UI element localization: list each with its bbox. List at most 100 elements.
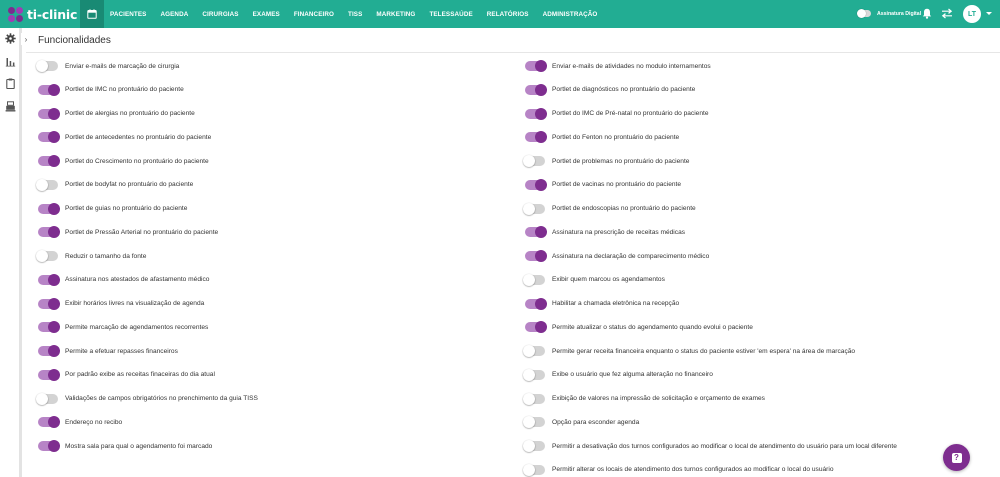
- feature-option-label: Portlet de diagnósticos no prontuário do…: [552, 86, 696, 94]
- feature-option-row: Por padrão exibe as receitas finaceiras …: [38, 368, 215, 381]
- feature-toggle[interactable]: [523, 440, 545, 452]
- feature-toggle[interactable]: [523, 368, 545, 381]
- chevron-right-icon[interactable]: ›: [21, 33, 31, 45]
- feature-toggle[interactable]: [525, 250, 547, 262]
- toggle-knob: [535, 131, 547, 144]
- feature-toggle[interactable]: [38, 321, 60, 334]
- nav-item-cirurgias[interactable]: CIRURGIAS: [202, 11, 238, 18]
- feature-toggle[interactable]: [523, 202, 545, 215]
- feature-option-row: Enviar e-mails de marcação de cirurgia: [36, 60, 179, 72]
- nav-item-exames[interactable]: EXAMES: [253, 11, 280, 18]
- feature-toggle[interactable]: [36, 250, 58, 262]
- bar-chart-icon[interactable]: [5, 56, 16, 67]
- feature-toggle[interactable]: [523, 345, 545, 357]
- toggle-knob: [535, 321, 547, 334]
- feature-toggle[interactable]: [525, 60, 547, 72]
- toggle-knob: [535, 250, 547, 262]
- feature-toggle[interactable]: [523, 273, 545, 286]
- feature-option-label: Assinatura nos atestados de afastamento …: [65, 276, 210, 284]
- feature-option-label: Portlet de vacinas no prontuário do paci…: [552, 181, 682, 189]
- chevron-down-icon[interactable]: [986, 12, 992, 15]
- feature-toggle[interactable]: [525, 107, 547, 120]
- feature-toggle[interactable]: [38, 226, 60, 239]
- feature-toggle[interactable]: [525, 226, 547, 239]
- feature-toggle[interactable]: [38, 273, 60, 286]
- toggle-knob: [48, 368, 60, 381]
- clipboard-icon[interactable]: [5, 78, 16, 89]
- feature-option-row: Portlet de guias no prontuário do pacien…: [38, 202, 188, 215]
- feature-option-row: Portlet de vacinas no prontuário do paci…: [525, 178, 682, 191]
- feature-option-row: Exibição de valores na impressão de soli…: [523, 392, 765, 405]
- brand-logo[interactable]: ti-clinic: [8, 5, 77, 23]
- feature-toggle[interactable]: [36, 178, 58, 191]
- feature-option-row: Portlet de diagnósticos no prontuário do…: [525, 83, 696, 96]
- cash-register-icon[interactable]: [5, 101, 16, 112]
- feature-option-row: Mostra sala para qual o agendamento foi …: [38, 440, 212, 452]
- feature-option-label: Habilitar a chamada eletrônica na recepç…: [552, 300, 680, 307]
- feature-toggle[interactable]: [38, 83, 60, 96]
- feature-option-row: Reduzir o tamanho da fonte: [36, 250, 146, 262]
- nav-item-administracao[interactable]: ADMINISTRAÇÃO: [543, 11, 598, 18]
- feature-option-label: Portlet de guias no prontuário do pacien…: [65, 205, 188, 212]
- feature-toggle[interactable]: [525, 178, 547, 191]
- toggle-knob: [36, 60, 48, 72]
- bell-icon[interactable]: [922, 8, 932, 19]
- feature-toggle[interactable]: [525, 83, 547, 96]
- feature-toggle[interactable]: [523, 155, 545, 167]
- nav-item-pacientes[interactable]: PACIENTES: [110, 11, 146, 18]
- toggle-knob: [48, 297, 60, 310]
- toggle-knob: [523, 273, 535, 286]
- feature-toggle[interactable]: [38, 297, 60, 310]
- feature-option-row: Portlet de bodyfat no prontuário do paci…: [36, 178, 193, 191]
- feature-option-row: Permitir alterar os locais de atendiment…: [523, 463, 833, 476]
- feature-option-row: Enviar e-mails de atividades no modulo i…: [525, 60, 711, 72]
- toggle-knob: [523, 202, 535, 215]
- gear-icon[interactable]: [5, 33, 16, 44]
- feature-toggle[interactable]: [36, 60, 58, 72]
- digital-signature-toggle[interactable]: [857, 8, 871, 18]
- feature-toggle[interactable]: [38, 416, 60, 429]
- nav-item-financeiro[interactable]: FINANCEIRO: [294, 11, 334, 18]
- feature-option-label: Opção para esconder agenda: [552, 418, 640, 426]
- feature-option-row: Portlet do Crescimento no prontuário do …: [38, 155, 209, 167]
- feature-option-row: Permite atualizar o status do agendament…: [525, 321, 753, 334]
- toggle-knob: [523, 155, 535, 167]
- feature-option-label: Portlet de alergias no prontuário do pac…: [65, 110, 195, 117]
- help-button[interactable]: ?: [943, 444, 970, 471]
- feature-toggle[interactable]: [523, 463, 545, 476]
- feature-toggle[interactable]: [38, 440, 60, 452]
- feature-toggle[interactable]: [38, 131, 60, 144]
- feature-toggle[interactable]: [38, 345, 60, 357]
- feature-option-label: Por padrão exibe as receitas finaceiras …: [65, 371, 215, 379]
- feature-toggle[interactable]: [525, 131, 547, 144]
- divider: [26, 52, 1000, 53]
- feature-option-row: Portlet de problemas no prontuário do pa…: [523, 155, 689, 167]
- nav-item-tiss[interactable]: TISS: [348, 11, 362, 18]
- toggle-knob: [535, 178, 547, 191]
- nav-item-agenda[interactable]: AGENDA: [160, 11, 188, 18]
- feature-toggle[interactable]: [36, 392, 58, 405]
- feature-option-label: Portlet de antecedentes no prontuário do…: [65, 133, 212, 141]
- nav-item-marketing[interactable]: MARKETING: [376, 11, 415, 18]
- toggle-knob: [48, 273, 60, 286]
- feature-toggle[interactable]: [38, 202, 60, 215]
- calendar-icon: [87, 9, 97, 19]
- toggle-knob: [535, 83, 547, 96]
- feature-toggle[interactable]: [38, 368, 60, 381]
- feature-toggle[interactable]: [523, 416, 545, 429]
- feature-toggle[interactable]: [38, 155, 60, 167]
- left-sidebar: [0, 28, 22, 477]
- toggle-knob: [523, 440, 535, 452]
- swap-arrows-icon[interactable]: [941, 8, 953, 19]
- user-avatar[interactable]: LT: [963, 5, 981, 23]
- feature-toggle[interactable]: [525, 321, 547, 334]
- feature-toggle[interactable]: [525, 297, 547, 310]
- nav-item-relatorios[interactable]: RELATÓRIOS: [487, 11, 529, 18]
- top-navbar: ti-clinic PACIENTES AGENDA CIRURGIAS EXA…: [0, 0, 1000, 28]
- calendar-button[interactable]: [80, 0, 104, 28]
- feature-option-row: Habilitar a chamada eletrônica na recepç…: [525, 297, 680, 310]
- feature-toggle[interactable]: [38, 107, 60, 120]
- feature-option-label: Permite a efetuar repasses financeiros: [65, 347, 178, 355]
- nav-item-telessaude[interactable]: TELESSAÚDE: [429, 11, 472, 18]
- feature-toggle[interactable]: [523, 392, 545, 405]
